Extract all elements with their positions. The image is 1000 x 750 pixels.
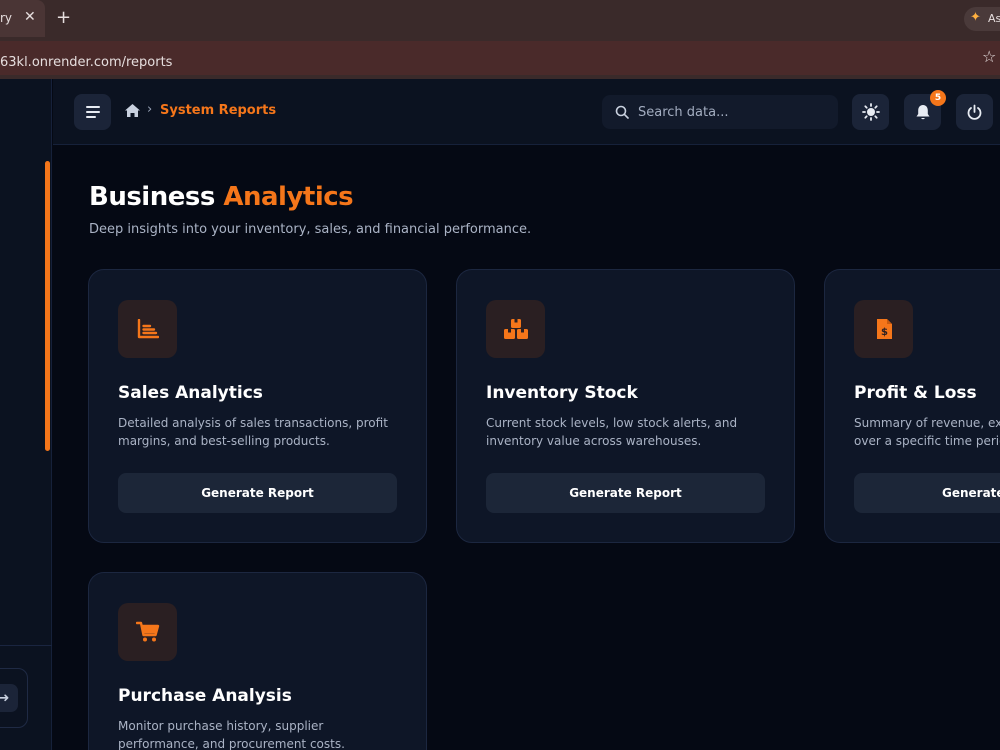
card-icon-box (118, 603, 177, 661)
sidebar-divider (0, 645, 52, 646)
theme-toggle-button[interactable] (852, 94, 889, 130)
search-box (602, 95, 838, 129)
sun-icon (861, 103, 880, 121)
search-input[interactable] (638, 95, 833, 129)
card-description-line: Monitor purchase history, supplier (118, 719, 324, 733)
url-field[interactable]: 63kl.onrender.com/reports (0, 41, 1000, 75)
page-title-main: Business (89, 182, 215, 212)
card-icon-box: $ (854, 300, 913, 358)
page-title: Business Analytics (89, 182, 354, 212)
card-description-line: over a specific time perio (854, 434, 1000, 448)
browser-tab-title: ry (0, 11, 13, 25)
menu-toggle-button[interactable] (74, 94, 111, 130)
power-button[interactable] (956, 94, 993, 130)
card-description-line: margins, and best-selling products. (118, 434, 330, 448)
card-description-line: performance, and procurement costs. (118, 737, 345, 750)
notification-count-badge: 5 (930, 90, 946, 106)
breadcrumb-chevron-icon: › (147, 102, 153, 117)
bell-icon (916, 104, 929, 119)
home-icon[interactable] (124, 103, 141, 118)
report-card-purchase: Purchase Analysis Monitor purchase histo… (88, 572, 427, 750)
card-description-line: Detailed analysis of sales transactions,… (118, 416, 388, 430)
logout-arrow-icon[interactable]: ➜ (0, 684, 18, 712)
report-card-sales: Sales Analytics Detailed analysis of sal… (88, 269, 427, 543)
card-description: Summary of revenue, exp over a specific … (854, 414, 1000, 450)
power-icon (967, 104, 982, 120)
card-title: Purchase Analysis (118, 686, 292, 706)
breadcrumb-current: System Reports (160, 103, 277, 118)
generate-report-button[interactable]: Generate Report (486, 473, 765, 513)
card-description: Monitor purchase history, supplier perfo… (118, 717, 408, 750)
extension-label: As (988, 12, 1000, 25)
browser-tab-bar: ry ✕ + ✦ As (0, 0, 1000, 37)
invoice-dollar-icon: $ (876, 319, 892, 339)
generate-report-button[interactable]: Generate (854, 473, 1000, 513)
sparkle-icon: ✦ (970, 10, 981, 25)
report-card-inventory: Inventory Stock Current stock levels, lo… (456, 269, 795, 543)
top-bar: › System Reports 5 (53, 79, 1000, 145)
boxes-icon (503, 319, 528, 339)
extension-button[interactable]: ✦ As (964, 7, 1000, 31)
card-description: Current stock levels, low stock alerts, … (486, 414, 776, 450)
card-title: Sales Analytics (118, 383, 263, 403)
card-icon-box (486, 300, 545, 358)
browser-address-bar: 63kl.onrender.com/reports ☆ (0, 37, 1000, 79)
bar-chart-icon (137, 319, 159, 339)
card-title: Profit & Loss (854, 383, 977, 403)
card-icon-box (118, 300, 177, 358)
card-title: Inventory Stock (486, 383, 638, 403)
page-title-accent: Analytics (223, 182, 354, 212)
svg-text:$: $ (881, 327, 888, 338)
page-subtitle: Deep insights into your inventory, sales… (89, 222, 532, 237)
close-tab-icon[interactable]: ✕ (24, 9, 36, 25)
search-icon (615, 105, 629, 119)
generate-report-button[interactable]: Generate Report (118, 473, 397, 513)
sidebar: ➜ (0, 79, 52, 750)
shopping-cart-icon (135, 621, 159, 642)
card-description-line: inventory value across warehouses. (486, 434, 702, 448)
card-description: Detailed analysis of sales transactions,… (118, 414, 408, 450)
sidebar-scrollbar[interactable] (45, 161, 50, 451)
report-card-profit-loss: $ Profit & Loss Summary of revenue, exp … (824, 269, 1000, 543)
new-tab-icon[interactable]: + (56, 7, 71, 28)
card-description-line: Summary of revenue, exp (854, 416, 1000, 430)
url-text: 63kl.onrender.com/reports (0, 55, 173, 70)
card-description-line: Current stock levels, low stock alerts, … (486, 416, 738, 430)
hamburger-icon (85, 106, 100, 118)
browser-tab[interactable]: ry ✕ (0, 0, 45, 37)
bookmark-star-icon[interactable]: ☆ (982, 47, 996, 66)
